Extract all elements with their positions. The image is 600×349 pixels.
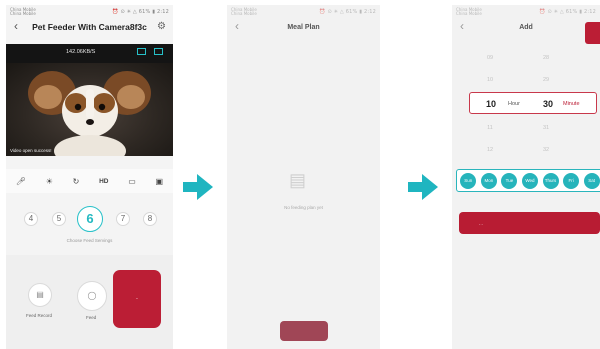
carrier-text: China Mobile China Mobile <box>456 6 482 16</box>
hour-label: Hour <box>508 101 520 107</box>
day-sat[interactable]: Sat <box>583 172 600 189</box>
microphone-icon[interactable]: 🎤︎ <box>16 177 26 186</box>
next-step-arrow-icon <box>183 174 213 200</box>
status-icons: ⏰ ⊙ ✳ △ 61% ▮ 2:12 <box>112 8 169 15</box>
serving-label: Choose Feed Servings <box>66 238 113 243</box>
empty-state-text: No feeding plan yet <box>284 205 323 210</box>
speaker-icon[interactable]: ☀︎ <box>46 177 53 186</box>
minute-option[interactable]: 29 <box>536 77 556 83</box>
screen-layout-icon[interactable] <box>137 48 146 55</box>
feed-record-label: Feed Record <box>26 313 53 318</box>
back-arrow-icon[interactable]: ‹ <box>460 19 464 33</box>
confirm-button[interactable]: - - <box>459 212 600 234</box>
add-plan-button[interactable] <box>280 321 328 341</box>
day-fri[interactable]: Fri <box>563 172 580 189</box>
minute-option[interactable]: 31 <box>536 125 556 131</box>
camera-video[interactable]: Video open success! <box>6 63 173 156</box>
next-step-arrow-icon <box>408 174 438 200</box>
time-picker-selection[interactable]: 10 Hour 30 Minute <box>469 92 597 114</box>
rotate-icon[interactable]: ↻ <box>73 177 80 186</box>
fullscreen-icon[interactable] <box>154 48 163 55</box>
day-sun[interactable]: Sun <box>460 172 477 189</box>
hour-option[interactable]: 10 <box>480 77 500 83</box>
status-icons: ⏰ ⊙ ✳ △ 61% ▮ 2:12 <box>319 8 376 15</box>
hour-option[interactable]: 09 <box>480 55 500 61</box>
minute-value: 30 <box>543 99 554 109</box>
minute-label: Minute <box>563 101 580 107</box>
app-header: ‹ Add <box>452 18 600 36</box>
serving-option-5[interactable]: 5 <box>52 212 66 226</box>
dog-image <box>28 71 151 156</box>
manual-feed-button[interactable]: - <box>113 270 161 328</box>
minute-option[interactable]: 32 <box>536 147 556 153</box>
gear-icon[interactable]: ⚙ <box>157 21 166 32</box>
save-button[interactable] <box>585 22 600 44</box>
serving-option-7[interactable]: 7 <box>116 212 130 226</box>
feed-label: Feed <box>86 315 97 320</box>
hour-option[interactable]: 12 <box>480 147 500 153</box>
back-arrow-icon[interactable]: ‹ <box>14 19 18 33</box>
serving-option-6-selected[interactable]: 6 <box>77 206 103 232</box>
hour-option[interactable]: 11 <box>480 125 500 131</box>
status-bar: China Mobile China Mobile ⏰ ⊙ ✳ △ 61% ▮ … <box>452 5 600 18</box>
page-title: Meal Plan <box>287 23 320 31</box>
video-status-text: Video open success! <box>10 148 52 153</box>
carrier-text: China Mobile China Mobile <box>10 6 36 16</box>
manual-feed-label: - <box>136 296 138 302</box>
screen-add-plan: China Mobile China Mobile ⏰ ⊙ ✳ △ 61% ▮ … <box>452 5 600 349</box>
weekday-selector: Sun Mon Tue Wed Thurs Fri Sat <box>456 169 600 192</box>
record-video-icon[interactable]: ▭ <box>128 177 136 186</box>
day-mon[interactable]: Mon <box>480 172 497 189</box>
video-controls: 🎤︎ ☀︎ ↻ HD ▭ ▣ <box>6 169 173 193</box>
day-tue[interactable]: Tue <box>501 172 518 189</box>
status-bar: China Mobile China Mobile ⏰ ⊙ ✳ △ 61% ▮ … <box>6 5 173 18</box>
app-header: ‹ Meal Plan <box>227 18 380 36</box>
app-header: ‹ Pet Feeder With Camera8f3c ⚙ <box>6 18 173 36</box>
feed-panel: ▤ Feed Record ◯ Feed - <box>6 255 173 349</box>
hd-toggle[interactable]: HD <box>99 178 108 185</box>
back-arrow-icon[interactable]: ‹ <box>235 19 239 33</box>
empty-bowl-icon: ▤ <box>289 170 307 190</box>
serving-option-4[interactable]: 4 <box>24 212 38 226</box>
serving-option-8[interactable]: 8 <box>143 212 157 226</box>
confirm-label: - - <box>479 221 483 226</box>
feed-button[interactable]: ◯ <box>77 281 107 311</box>
page-title: Pet Feeder With Camera8f3c <box>32 22 147 32</box>
status-icons: ⏰ ⊙ ✳ △ 61% ▮ 2:12 <box>539 8 596 15</box>
stream-toolbar: 142.06KB/S <box>6 44 173 63</box>
screen-feeder-home: China Mobile China Mobile ⏰ ⊙ ✳ △ 61% ▮ … <box>6 5 173 349</box>
status-bar: China Mobile China Mobile ⏰ ⊙ ✳ △ 61% ▮ … <box>227 5 380 18</box>
feed-record-button[interactable]: ▤ <box>28 283 52 307</box>
snapshot-icon[interactable]: ▣ <box>156 177 164 186</box>
page-title: Add <box>519 23 533 31</box>
minute-option[interactable]: 28 <box>536 55 556 61</box>
serving-selector: 4 5 6 7 8 <box>22 206 162 232</box>
carrier-text: China Mobile China Mobile <box>231 6 257 16</box>
day-thurs[interactable]: Thurs <box>542 172 559 189</box>
day-wed[interactable]: Wed <box>521 172 538 189</box>
stream-speed: 142.06KB/S <box>66 49 96 55</box>
hour-value: 10 <box>486 99 497 109</box>
screen-meal-plan: China Mobile China Mobile ⏰ ⊙ ✳ △ 61% ▮ … <box>227 5 380 349</box>
